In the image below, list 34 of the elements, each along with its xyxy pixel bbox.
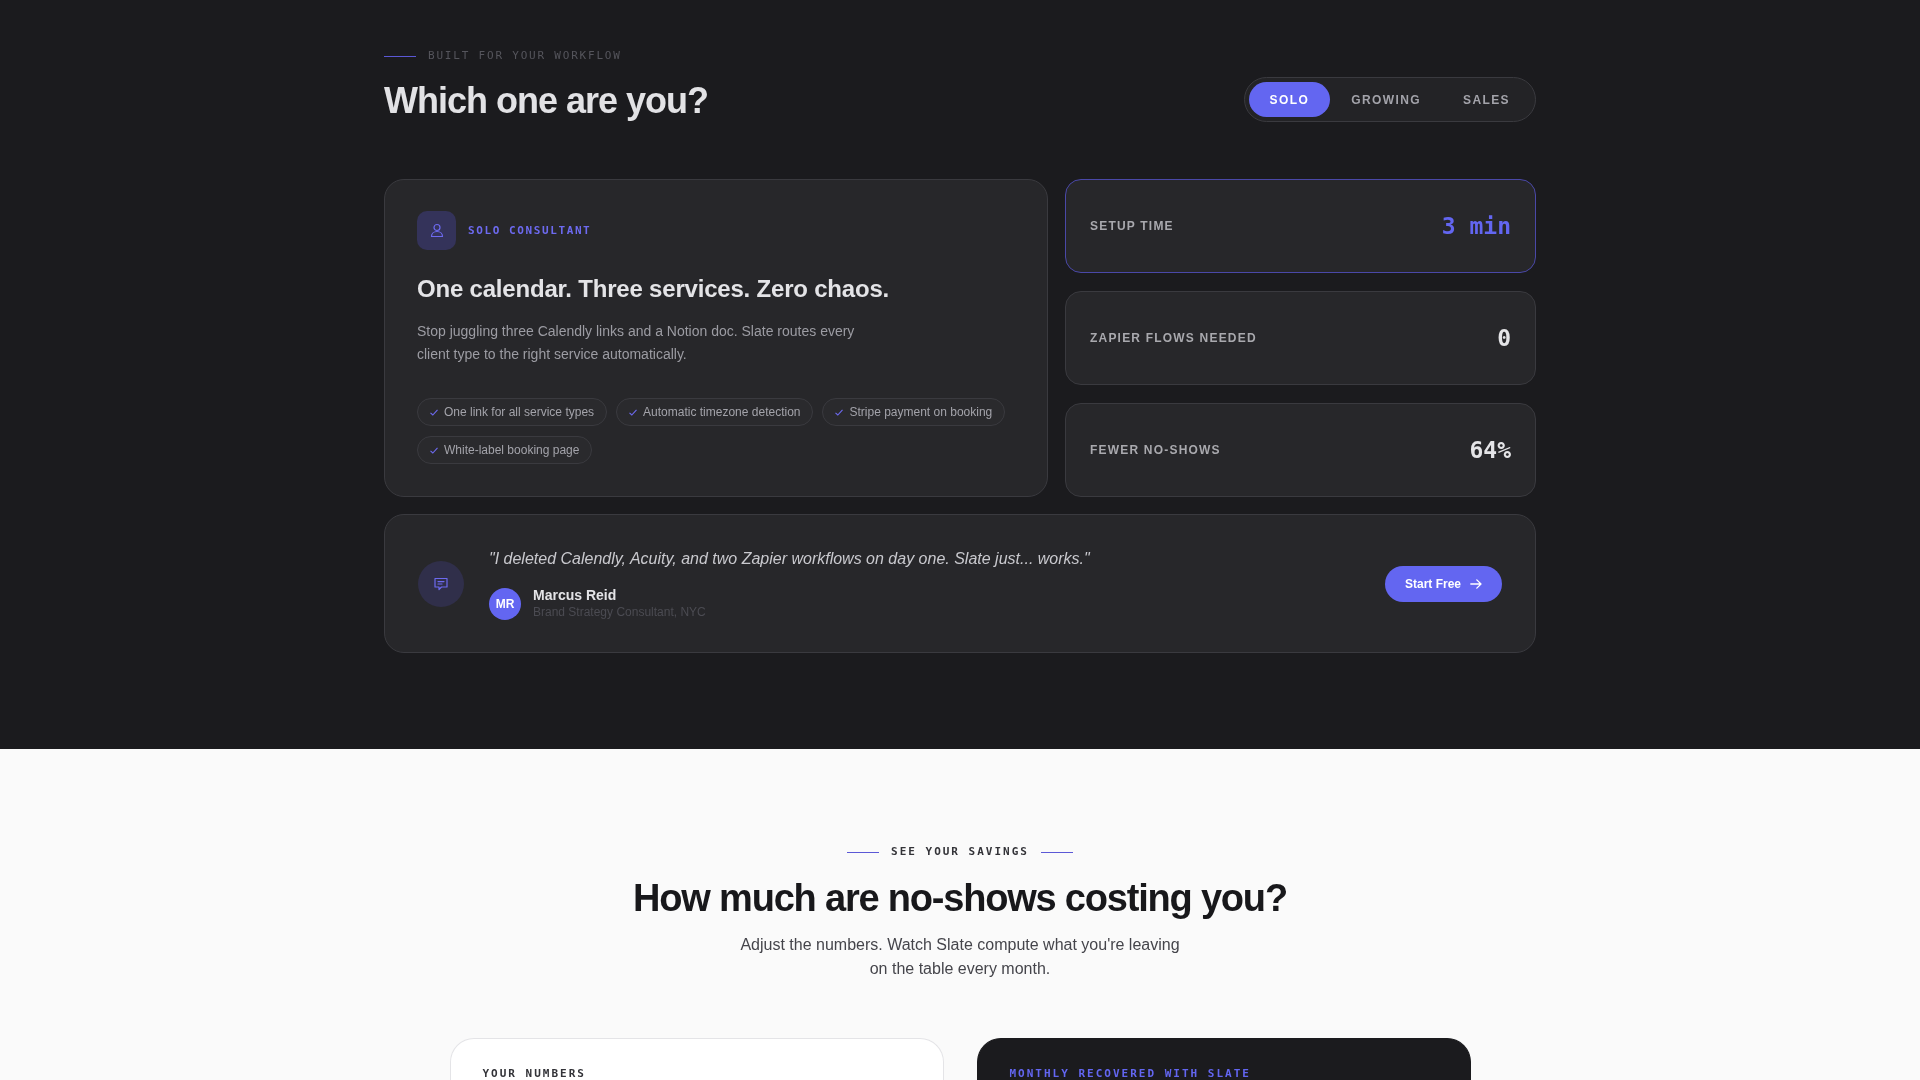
stat-label: FEWER NO-SHOWS (1090, 443, 1221, 457)
stat-value: 64% (1469, 437, 1511, 463)
avatar: MR (489, 587, 521, 620)
chat-bubble-icon (418, 560, 464, 607)
person-icon (417, 211, 456, 250)
feature-text: Stripe payment on booking (849, 405, 993, 419)
section-eyebrow: BUILT FOR YOUR WORKFLOW (428, 49, 622, 63)
start-free-button[interactable]: Start Free (1384, 565, 1502, 602)
segment-tab[interactable]: SALES (1442, 82, 1531, 117)
stat-value: 3 min (1441, 213, 1511, 239)
segment-tab[interactable]: SOLO (1248, 82, 1331, 117)
testimonial-quote: "I deleted Calendly, Acuity, and two Zapier workflows on day one. Slate just... works." (489, 549, 1092, 569)
check-icon (430, 408, 438, 416)
check-icon (430, 446, 438, 454)
feature-text: White-label booking page (444, 443, 580, 457)
panel-heading: MONTHLY RECOVERED WITH SLATE (1009, 1067, 1251, 1080)
arrow-right-icon (1470, 578, 1482, 589)
section-title: Which one are you? (384, 79, 709, 123)
panel-heading: YOUR NUMBERS (482, 1067, 586, 1080)
persona-description: Stop juggling three Calendly links and a Notion doc. Slate routes every client type to the right service automatically. (417, 322, 856, 364)
check-icon (835, 408, 844, 416)
feature-text: Automatic timezone detection (643, 405, 801, 419)
feature-text: One link for all service types (444, 405, 595, 419)
author-name: Marcus Reid (533, 587, 618, 604)
stat-label: SETUP TIME (1090, 219, 1174, 233)
stat-label: ZAPIER FLOWS NEEDED (1090, 331, 1257, 345)
section-title: How much are no-shows costing you? (633, 876, 1287, 921)
stat-value: 0 (1497, 325, 1511, 351)
persona-headline: One calendar. Three services. Zero chaos. (417, 274, 891, 304)
segment-tab[interactable]: GROWING (1330, 82, 1442, 117)
section-subtitle: Adjust the numbers. Watch Slate compute what you're leaving on the table every month. (739, 935, 1181, 979)
section-eyebrow: SEE YOUR SAVINGS (891, 844, 1029, 860)
persona-label: SOLO CONSULTANT (468, 224, 592, 237)
check-icon (629, 408, 638, 416)
